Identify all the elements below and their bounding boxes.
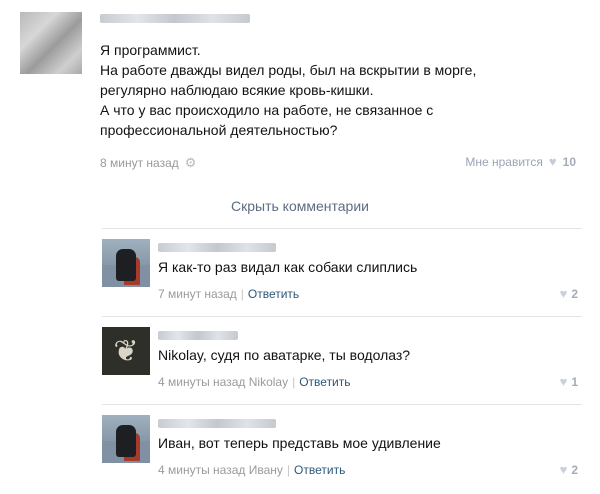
comment-item: Я как-то раз видал как собаки слиплись 7… bbox=[102, 228, 582, 314]
ornament-icon: ❦ bbox=[113, 334, 139, 368]
post-text-line: А что у вас происходило на работе, не св… bbox=[100, 102, 434, 118]
comment-timestamp[interactable]: 4 минуты назад bbox=[158, 375, 245, 389]
post-like-button[interactable]: Мне нравится ♥ 10 bbox=[465, 154, 576, 169]
post-text-line: регулярно наблюдаю всякие кровь-кишки. bbox=[100, 82, 374, 98]
separator: | bbox=[292, 375, 296, 389]
post-text-line: На работе дважды видел роды, был на вскр… bbox=[100, 62, 477, 78]
comment-text: Nikolay, судя по аватарке, ты водолаз? bbox=[158, 347, 411, 363]
post-timestamp[interactable]: 8 минут назад bbox=[100, 156, 179, 170]
post-author-avatar[interactable] bbox=[20, 12, 82, 74]
comment-author-name-blurred[interactable] bbox=[158, 243, 276, 252]
hide-comments-link[interactable]: Скрыть комментарии bbox=[0, 198, 600, 214]
post-text: Я программист. На работе дважды видел ро… bbox=[100, 40, 580, 140]
comment-item: Иван, вот теперь представь мое удивление… bbox=[102, 404, 582, 490]
heart-icon: ♥ bbox=[548, 154, 557, 169]
reply-to-name[interactable]: Ивану bbox=[249, 463, 283, 477]
post-text-line: профессиональной деятельностью? bbox=[100, 122, 338, 138]
comment-meta: 4 минуты назад Ивану | Ответить bbox=[158, 463, 345, 477]
post-meta: 8 минут назад ⚙ bbox=[100, 155, 196, 171]
comment-author-name-blurred[interactable] bbox=[158, 419, 276, 428]
heart-icon: ♥ bbox=[559, 462, 568, 477]
separator: | bbox=[240, 287, 244, 301]
comment-text: Я как-то раз видал как собаки слиплись bbox=[158, 259, 418, 275]
comment-author-name-blurred[interactable] bbox=[158, 331, 238, 340]
reply-to-name[interactable]: Nikolay bbox=[249, 375, 288, 389]
comment-meta: 7 минут назад | Ответить bbox=[158, 287, 299, 301]
comment-text: Иван, вот теперь представь мое удивление bbox=[158, 435, 441, 451]
separator: | bbox=[286, 463, 291, 477]
like-count: 10 bbox=[562, 154, 576, 169]
comment-timestamp[interactable]: 4 минуты назад bbox=[158, 463, 245, 477]
comment-like-count: 2 bbox=[571, 462, 578, 477]
comment-avatar-diver[interactable] bbox=[102, 415, 150, 463]
comment-avatar-diver[interactable] bbox=[102, 239, 150, 287]
gear-icon[interactable]: ⚙ bbox=[185, 155, 197, 171]
heart-icon: ♥ bbox=[559, 286, 568, 301]
reply-button[interactable]: Ответить bbox=[299, 375, 350, 389]
comment-meta: 4 минуты назад Nikolay | Ответить bbox=[158, 375, 351, 389]
post-text-line: Я программист. bbox=[100, 42, 201, 58]
comment-like-button[interactable]: ♥ 1 bbox=[560, 374, 578, 389]
post-author-name-blurred[interactable] bbox=[100, 14, 250, 23]
comment-avatar-ornament[interactable]: ❦ bbox=[102, 327, 150, 375]
comment-item: ❦ Nikolay, судя по аватарке, ты водолаз?… bbox=[102, 316, 582, 402]
reply-button[interactable]: Ответить bbox=[248, 287, 299, 301]
comment-like-button[interactable]: ♥ 2 bbox=[560, 286, 578, 301]
reply-button[interactable]: Ответить bbox=[294, 463, 345, 477]
comment-like-count: 2 bbox=[571, 286, 578, 301]
like-label: Мне нравится bbox=[465, 154, 543, 169]
comment-timestamp[interactable]: 7 минут назад bbox=[158, 287, 237, 301]
comment-like-button[interactable]: ♥ 2 bbox=[560, 462, 578, 477]
comment-like-count: 1 bbox=[571, 374, 578, 389]
heart-icon: ♥ bbox=[559, 374, 568, 389]
